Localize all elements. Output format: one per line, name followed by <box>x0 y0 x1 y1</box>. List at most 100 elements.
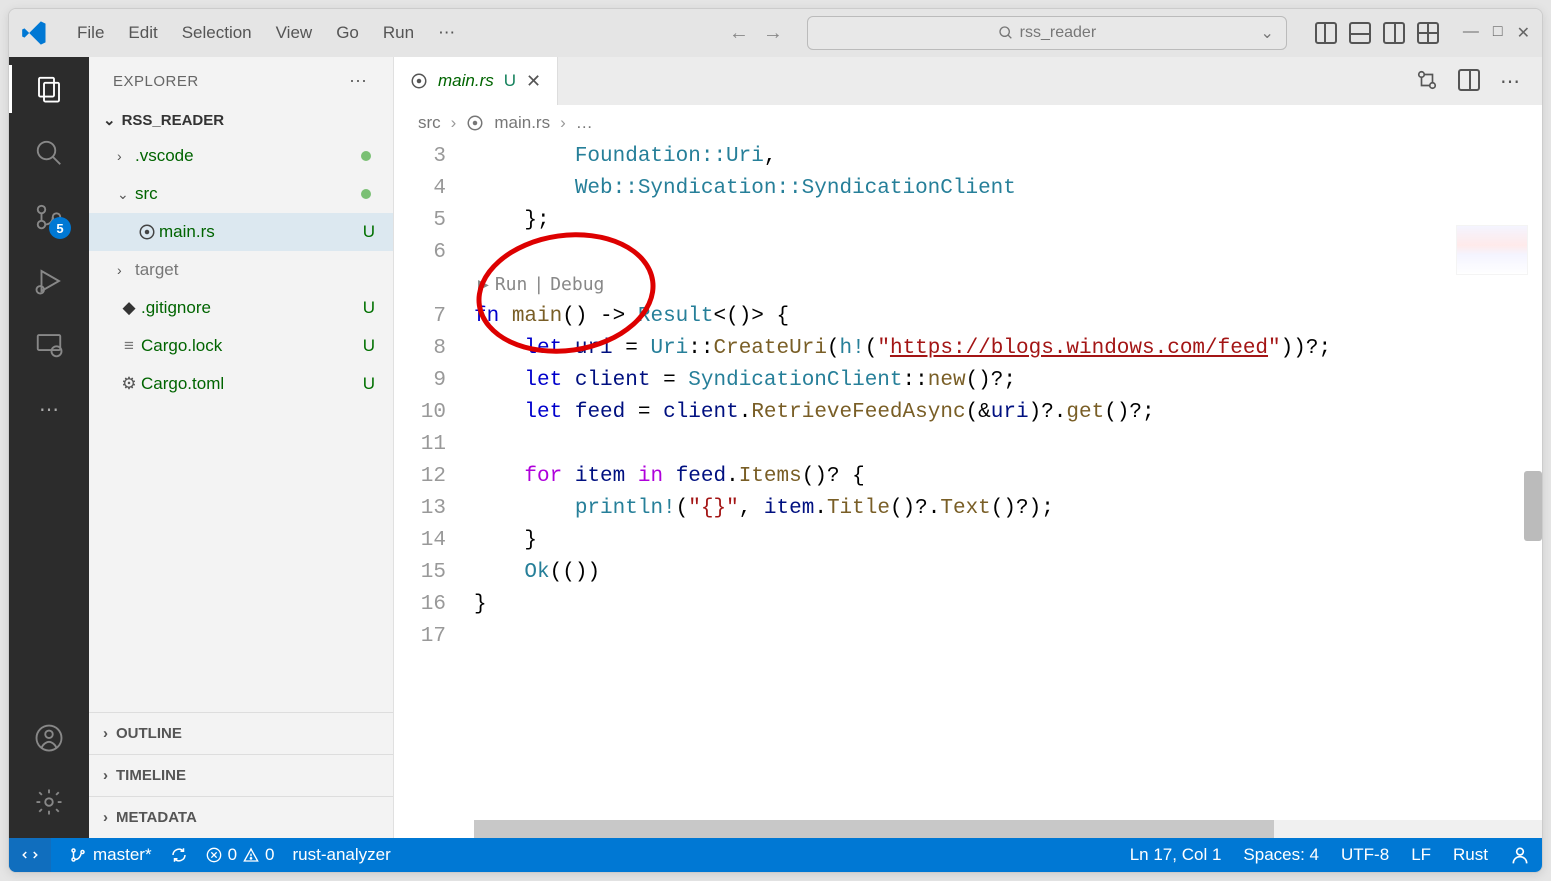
encoding[interactable]: UTF-8 <box>1341 845 1389 865</box>
activity-account-icon[interactable] <box>31 720 67 756</box>
tab-title: main.rs <box>438 71 494 91</box>
breadcrumb-src[interactable]: src <box>418 113 441 133</box>
code-lens[interactable]: ▶ Run | Debug <box>474 269 1542 301</box>
outline-section[interactable]: › OUTLINE <box>89 712 393 754</box>
project-name: RSS_READER <box>122 112 225 129</box>
activity-bar: 5 ⋯ <box>9 57 89 838</box>
file-cargo-lock[interactable]: ≡ Cargo.lock U <box>89 327 393 365</box>
minimap[interactable] <box>1456 225 1528 275</box>
menu-view[interactable]: View <box>276 23 313 43</box>
gitignore-file-icon: ◆ <box>117 298 141 318</box>
scm-badge: 5 <box>49 217 71 239</box>
activity-debug-icon[interactable] <box>31 263 67 299</box>
untracked-status: U <box>363 374 375 394</box>
chevron-right-icon: › <box>103 725 108 742</box>
breadcrumb-file[interactable]: main.rs <box>494 113 550 133</box>
folder-target[interactable]: › target <box>89 251 393 289</box>
menu-edit[interactable]: Edit <box>128 23 157 43</box>
chevron-right-icon: › <box>560 113 566 133</box>
horizontal-scrollbar[interactable] <box>474 820 1542 838</box>
folder-src[interactable]: ⌄ src <box>89 175 393 213</box>
command-center[interactable]: rss_reader ⌄ <box>807 16 1287 50</box>
editor-more-icon[interactable]: ⋯ <box>1500 69 1520 94</box>
git-branch[interactable]: master* <box>69 845 152 865</box>
rust-file-icon <box>135 223 159 241</box>
toggle-primary-sidebar-icon[interactable] <box>1315 22 1337 44</box>
chevron-down-icon: ⌄ <box>117 186 135 203</box>
timeline-section[interactable]: › TIMELINE <box>89 754 393 796</box>
sync-changes[interactable] <box>170 846 188 864</box>
vscode-logo-icon <box>21 19 49 47</box>
chevron-down-icon: ⌄ <box>1261 23 1274 43</box>
project-header[interactable]: ⌄ RSS_READER <box>89 105 393 135</box>
compare-changes-icon[interactable] <box>1416 69 1438 94</box>
untracked-status: U <box>363 222 375 242</box>
activity-more-icon[interactable]: ⋯ <box>31 391 67 427</box>
folder-vscode[interactable]: › .vscode <box>89 137 393 175</box>
split-editor-icon[interactable] <box>1458 69 1480 91</box>
explorer-more-icon[interactable]: ⋯ <box>349 71 369 92</box>
menu-more-icon[interactable]: ⋯ <box>438 23 455 43</box>
explorer-header: EXPLORER ⋯ <box>89 57 393 105</box>
activity-search-icon[interactable] <box>31 135 67 171</box>
breadcrumb[interactable]: src › main.rs › … <box>394 105 1542 141</box>
menu-bar: File Edit Selection View Go Run ⋯ <box>77 23 455 43</box>
titlebar: File Edit Selection View Go Run ⋯ ← → rs… <box>9 9 1542 57</box>
toggle-panel-icon[interactable] <box>1349 22 1371 44</box>
codelens-run[interactable]: Run <box>495 269 528 301</box>
code-editor[interactable]: 3 4 5 6 7 8 9 10 11 12 13 14 15 16 17 <box>394 141 1542 838</box>
search-text: rss_reader <box>1020 24 1096 42</box>
rust-file-icon <box>410 72 428 90</box>
maximize-icon[interactable]: □ <box>1493 23 1503 43</box>
chevron-down-icon: ⌄ <box>103 111 116 129</box>
activity-remote-explorer-icon[interactable] <box>31 327 67 363</box>
editor-area: main.rs U ✕ ⋯ src › main.rs <box>394 57 1542 838</box>
code-content[interactable]: Foundation::Uri, Web::Syndication::Syndi… <box>474 141 1542 838</box>
chevron-right-icon: › <box>117 262 135 278</box>
customize-layout-icon[interactable] <box>1417 22 1439 44</box>
rust-file-icon <box>466 114 484 132</box>
file-tree: › .vscode ⌄ src main.rs U › <box>89 135 393 405</box>
close-window-icon[interactable]: ✕ <box>1517 23 1530 43</box>
modified-dot-icon <box>361 189 371 199</box>
eol[interactable]: LF <box>1411 845 1431 865</box>
activity-settings-icon[interactable] <box>31 784 67 820</box>
search-icon <box>998 25 1014 41</box>
close-tab-icon[interactable]: ✕ <box>526 71 541 92</box>
vertical-scrollbar[interactable] <box>1524 471 1542 541</box>
nav-back-icon[interactable]: ← <box>729 22 749 45</box>
status-bar: master* 0 0 rust-analyzer Ln 17, Col 1 S… <box>9 838 1542 872</box>
indentation[interactable]: Spaces: 4 <box>1243 845 1319 865</box>
feedback-icon[interactable] <box>1510 845 1530 865</box>
breadcrumb-more[interactable]: … <box>576 113 593 133</box>
nav-forward-icon[interactable]: → <box>763 22 783 45</box>
menu-go[interactable]: Go <box>336 23 359 43</box>
file-gitignore[interactable]: ◆ .gitignore U <box>89 289 393 327</box>
file-cargo-toml[interactable]: ⚙ Cargo.toml U <box>89 365 393 403</box>
chevron-right-icon: › <box>103 767 108 784</box>
problems[interactable]: 0 0 <box>206 845 275 865</box>
menu-run[interactable]: Run <box>383 23 414 43</box>
chevron-right-icon: › <box>117 148 135 164</box>
tab-main-rs[interactable]: main.rs U ✕ <box>394 57 558 105</box>
chevron-right-icon: › <box>103 809 108 826</box>
menu-file[interactable]: File <box>77 23 104 43</box>
remote-indicator[interactable] <box>9 838 51 872</box>
line-gutter: 3 4 5 6 7 8 9 10 11 12 13 14 15 16 17 <box>394 141 474 838</box>
toggle-secondary-sidebar-icon[interactable] <box>1383 22 1405 44</box>
cursor-position[interactable]: Ln 17, Col 1 <box>1130 845 1222 865</box>
chevron-right-icon: › <box>451 113 457 133</box>
activity-source-control-icon[interactable]: 5 <box>31 199 67 235</box>
play-icon: ▶ <box>478 269 489 301</box>
untracked-status: U <box>363 336 375 356</box>
metadata-section[interactable]: › METADATA <box>89 796 393 838</box>
rust-analyzer-status[interactable]: rust-analyzer <box>293 845 391 865</box>
explorer-sidebar: EXPLORER ⋯ ⌄ RSS_READER › .vscode ⌄ src <box>89 57 394 838</box>
menu-selection[interactable]: Selection <box>182 23 252 43</box>
minimize-icon[interactable]: — <box>1463 23 1479 43</box>
language-mode[interactable]: Rust <box>1453 845 1488 865</box>
file-main-rs[interactable]: main.rs U <box>89 213 393 251</box>
activity-explorer-icon[interactable] <box>31 71 67 107</box>
codelens-debug[interactable]: Debug <box>550 269 604 301</box>
untracked-status: U <box>363 298 375 318</box>
